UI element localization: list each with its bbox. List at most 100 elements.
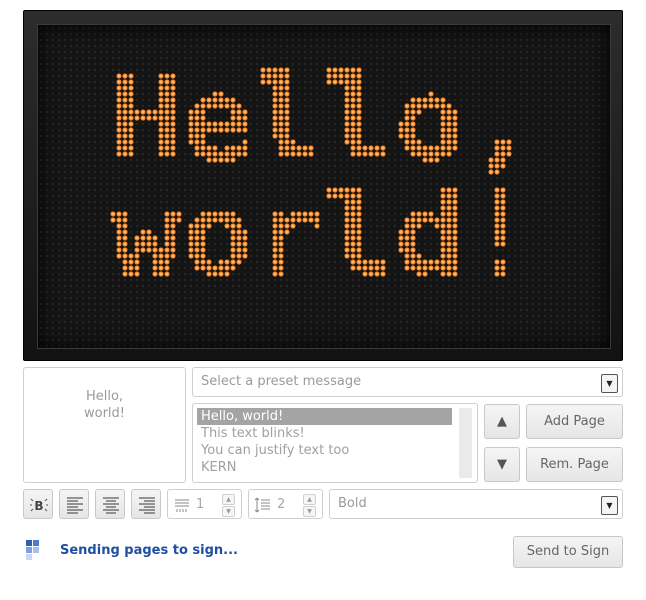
led-dot bbox=[242, 121, 248, 127]
led-dot bbox=[122, 271, 128, 277]
list-item[interactable]: This text blinks! bbox=[197, 425, 452, 442]
led-dot bbox=[338, 73, 344, 79]
led-dot bbox=[200, 253, 206, 259]
led-dot bbox=[422, 157, 428, 163]
led-dot bbox=[416, 109, 422, 115]
add-page-button[interactable]: Add Page bbox=[526, 404, 623, 439]
led-dot bbox=[122, 235, 128, 241]
page-list[interactable]: Hello, world! This text blinks! You can … bbox=[192, 403, 478, 483]
led-dot bbox=[374, 259, 380, 265]
led-dot bbox=[134, 247, 140, 253]
led-dot bbox=[416, 259, 422, 265]
led-dot bbox=[440, 235, 446, 241]
led-dot bbox=[236, 223, 242, 229]
led-dot bbox=[122, 73, 128, 79]
led-dot bbox=[284, 121, 290, 127]
stepper-down-icon[interactable]: ▼ bbox=[303, 506, 316, 517]
align-right-button[interactable] bbox=[131, 489, 161, 519]
led-dot bbox=[440, 109, 446, 115]
led-dot bbox=[410, 145, 416, 151]
led-dot bbox=[350, 217, 356, 223]
led-dot bbox=[446, 265, 452, 271]
led-dot bbox=[272, 247, 278, 253]
led-dot bbox=[158, 121, 164, 127]
led-dot bbox=[356, 241, 362, 247]
move-page-up-button[interactable]: ▲ bbox=[484, 404, 520, 439]
led-dot bbox=[224, 259, 230, 265]
send-to-sign-button[interactable]: Send to Sign bbox=[513, 536, 623, 568]
led-dot bbox=[188, 241, 194, 247]
led-dot bbox=[128, 271, 134, 277]
led-dot bbox=[272, 271, 278, 277]
list-scrollbar[interactable] bbox=[459, 408, 472, 478]
led-dot bbox=[494, 163, 500, 169]
font-select[interactable]: Bold ▼ bbox=[329, 489, 623, 519]
led-dot bbox=[266, 73, 272, 79]
led-dot bbox=[272, 109, 278, 115]
stepper-up-icon[interactable]: ▲ bbox=[303, 494, 316, 505]
list-item[interactable]: Hello, world! bbox=[197, 408, 452, 425]
led-dot bbox=[212, 217, 218, 223]
led-dot bbox=[218, 211, 224, 217]
led-dot bbox=[416, 139, 422, 145]
led-dot bbox=[224, 121, 230, 127]
led-dot bbox=[206, 121, 212, 127]
blink-button[interactable]: B bbox=[23, 489, 53, 519]
led-dot bbox=[308, 145, 314, 151]
led-dot bbox=[344, 97, 350, 103]
led-dot bbox=[170, 229, 176, 235]
line-spacing-stepper[interactable]: 2 ▲ ▼ bbox=[248, 489, 323, 519]
list-item[interactable]: You can justify text too bbox=[197, 442, 452, 459]
led-dot bbox=[356, 151, 362, 157]
led-dot bbox=[194, 229, 200, 235]
led-dot bbox=[404, 145, 410, 151]
led-dot bbox=[110, 217, 116, 223]
led-dot bbox=[344, 127, 350, 133]
led-dot bbox=[128, 139, 134, 145]
led-dot bbox=[494, 235, 500, 241]
led-dot bbox=[260, 79, 266, 85]
led-dot bbox=[158, 133, 164, 139]
remove-page-button[interactable]: Rem. Page bbox=[526, 447, 623, 482]
led-dot bbox=[170, 133, 176, 139]
led-dot bbox=[440, 211, 446, 217]
stepper-down-icon[interactable]: ▼ bbox=[222, 506, 235, 517]
led-dot bbox=[158, 139, 164, 145]
dropdown-arrow-icon[interactable]: ▼ bbox=[601, 496, 618, 515]
led-dot bbox=[296, 217, 302, 223]
align-left-button[interactable] bbox=[59, 489, 89, 519]
led-dot bbox=[218, 127, 224, 133]
led-dot bbox=[446, 103, 452, 109]
led-dot bbox=[212, 157, 218, 163]
led-dot bbox=[350, 247, 356, 253]
led-dot bbox=[344, 235, 350, 241]
list-item[interactable]: KERN bbox=[197, 459, 452, 476]
led-dot bbox=[440, 223, 446, 229]
led-dot bbox=[122, 109, 128, 115]
led-dot bbox=[212, 145, 218, 151]
led-dot bbox=[440, 193, 446, 199]
led-dot bbox=[344, 103, 350, 109]
led-dot bbox=[242, 229, 248, 235]
led-dot bbox=[212, 121, 218, 127]
dropdown-arrow-icon[interactable]: ▼ bbox=[601, 374, 618, 393]
led-dot bbox=[446, 151, 452, 157]
led-dot bbox=[122, 85, 128, 91]
led-dot bbox=[122, 91, 128, 97]
led-dot bbox=[164, 121, 170, 127]
move-page-down-button[interactable]: ▼ bbox=[484, 447, 520, 482]
led-dot bbox=[206, 211, 212, 217]
led-dot bbox=[434, 151, 440, 157]
arrow-up-icon: ▲ bbox=[497, 414, 507, 429]
led-dot bbox=[236, 151, 242, 157]
led-dot bbox=[428, 217, 434, 223]
led-dot bbox=[128, 91, 134, 97]
led-dot bbox=[404, 217, 410, 223]
align-center-button[interactable] bbox=[95, 489, 125, 519]
led-dot bbox=[164, 271, 170, 277]
stepper-up-icon[interactable]: ▲ bbox=[222, 494, 235, 505]
led-dot bbox=[500, 259, 506, 265]
char-spacing-stepper[interactable]: 1 ▲ ▼ bbox=[167, 489, 242, 519]
led-dot bbox=[158, 271, 164, 277]
preset-message-select[interactable]: Select a preset message ▼ bbox=[192, 367, 623, 397]
